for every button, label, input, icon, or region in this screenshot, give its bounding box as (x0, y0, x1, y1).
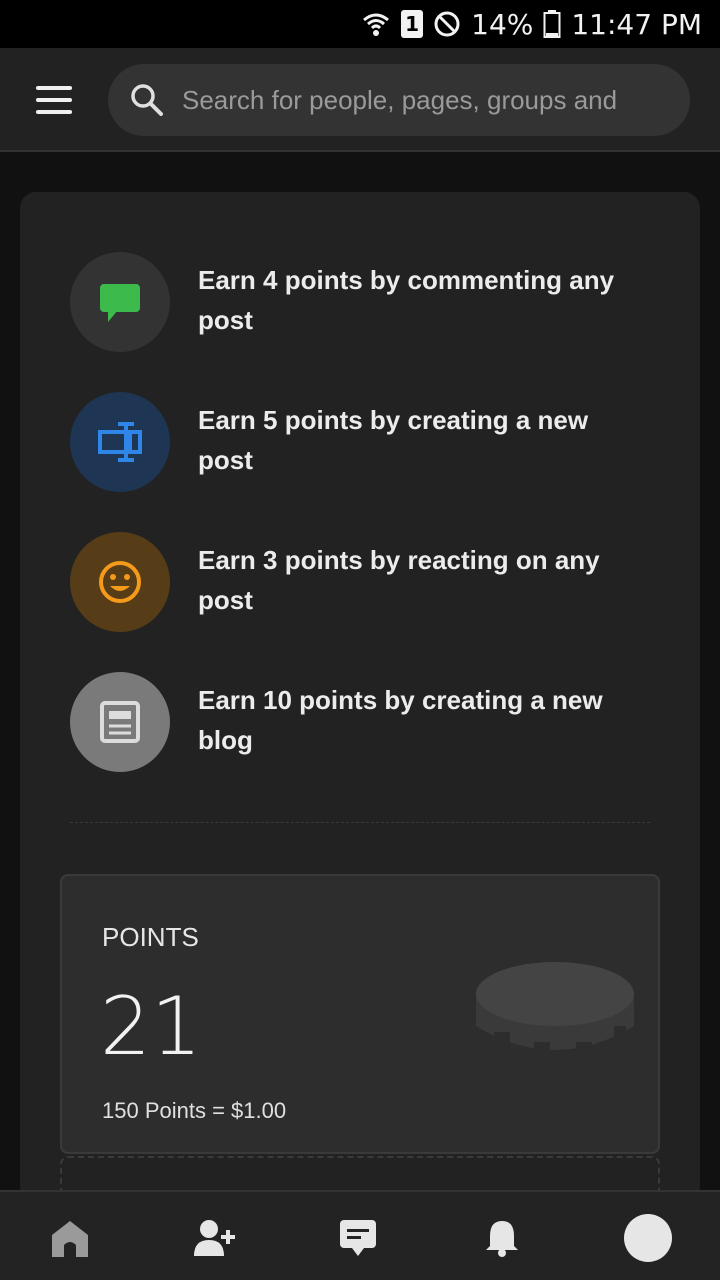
coin-icon (476, 962, 634, 1060)
messages-icon[interactable] (330, 1210, 386, 1266)
notifications-icon[interactable] (474, 1210, 530, 1266)
points-value: 21 (100, 980, 202, 1073)
avatar (624, 1214, 672, 1262)
earn-item-react: Earn 3 points by reacting on any post (70, 532, 650, 632)
earn-item-text: Earn 4 points by commenting any post (198, 265, 615, 335)
battery-icon (543, 9, 561, 39)
search-bar[interactable] (108, 64, 690, 136)
points-info-card: Earn 4 points by commenting any post Ear… (20, 192, 700, 1216)
sim-card-icon: 1 (401, 10, 424, 38)
add-friend-icon[interactable] (186, 1210, 242, 1266)
smiley-icon (70, 532, 170, 632)
earn-item-blog: Earn 10 points by creating a new blog (70, 672, 650, 772)
search-icon (131, 84, 163, 116)
home-icon[interactable] (42, 1210, 98, 1266)
divider (70, 822, 650, 823)
earn-item-text: Earn 10 points by creating a new blog (198, 685, 603, 755)
earn-item-text: Earn 5 points by creating a new post (198, 405, 589, 475)
wifi-icon (361, 9, 391, 39)
search-input[interactable] (182, 84, 690, 116)
earn-item-create-post: Earn 5 points by creating a new post (70, 392, 650, 492)
earn-item-comment: Earn 4 points by commenting any post (70, 252, 650, 352)
points-label: POINTS (102, 922, 199, 952)
clock: 11:47 PM (571, 7, 702, 41)
create-post-icon (70, 392, 170, 492)
points-summary-card: POINTS 21 150 Points = $1.00 (60, 874, 660, 1154)
profile-avatar[interactable] (620, 1210, 676, 1266)
blog-icon (70, 672, 170, 772)
top-app-bar (0, 48, 720, 152)
comment-icon (70, 252, 170, 352)
menu-icon[interactable] (36, 86, 72, 114)
status-bar: 1 14% 11:47 PM (0, 0, 720, 48)
bottom-navigation (0, 1190, 720, 1280)
points-conversion-rate: 150 Points = $1.00 (102, 1098, 287, 1123)
do-not-disturb-icon (433, 10, 461, 38)
earn-item-text: Earn 3 points by reacting on any post (198, 545, 600, 615)
battery-percent: 14% (471, 7, 534, 41)
